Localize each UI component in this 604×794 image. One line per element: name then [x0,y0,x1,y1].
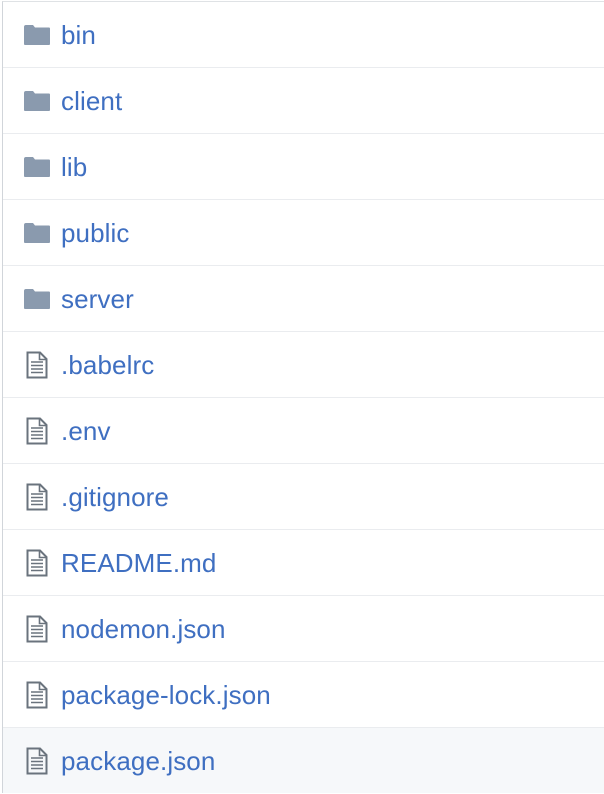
file-row-package-json[interactable]: package.json [3,727,604,793]
file-link[interactable]: bin [61,20,96,50]
file-link[interactable]: lib [61,152,87,182]
file-row-client[interactable]: client [3,67,604,133]
file-link[interactable]: .env [61,416,111,446]
file-icon [22,482,52,512]
file-row-bin[interactable]: bin [3,2,604,67]
file-row-nodemon[interactable]: nodemon.json [3,595,604,661]
file-link[interactable]: package-lock.json [61,680,271,710]
file-link[interactable]: .gitignore [61,482,169,512]
file-row-babelrc[interactable]: .babelrc [3,331,604,397]
file-row-lib[interactable]: lib [3,133,604,199]
file-list: bin client lib public server .babelrc .e… [2,1,604,793]
folder-icon [22,152,52,182]
file-icon [22,350,52,380]
file-link[interactable]: .babelrc [61,350,154,380]
folder-icon [22,86,52,116]
file-row-env[interactable]: .env [3,397,604,463]
file-row-gitignore[interactable]: .gitignore [3,463,604,529]
file-row-package-lock[interactable]: package-lock.json [3,661,604,727]
folder-icon [22,218,52,248]
folder-icon [22,20,52,50]
file-row-server[interactable]: server [3,265,604,331]
file-link[interactable]: server [61,284,134,314]
file-icon [22,746,52,776]
file-link[interactable]: public [61,218,130,248]
file-link[interactable]: nodemon.json [61,614,226,644]
file-link[interactable]: package.json [61,746,215,776]
folder-icon [22,284,52,314]
file-icon [22,416,52,446]
file-row-readme[interactable]: README.md [3,529,604,595]
file-row-public[interactable]: public [3,199,604,265]
file-icon [22,680,52,710]
file-icon [22,548,52,578]
file-icon [22,614,52,644]
file-link[interactable]: README.md [61,548,216,578]
file-link[interactable]: client [61,86,122,116]
